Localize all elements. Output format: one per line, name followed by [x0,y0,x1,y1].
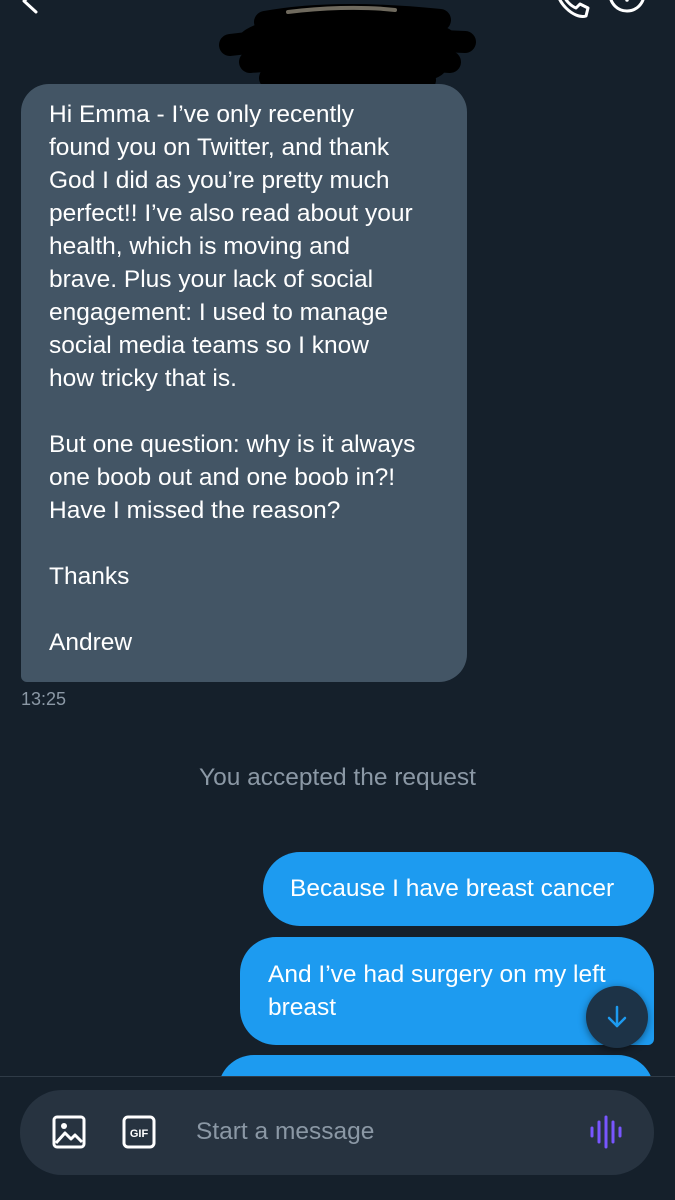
info-icon[interactable] [607,0,647,20]
scroll-to-bottom-button[interactable] [586,986,648,1048]
sent-message-text: Because I have breast cancer [290,875,615,902]
message-input[interactable] [196,1112,566,1152]
conversation-header [0,0,675,91]
message-timestamp: 13:25 [21,689,67,709]
voice-waveform-icon[interactable] [588,1114,624,1150]
sent-message-text: And I’ve had surgery on my left breast [268,961,606,1021]
image-icon[interactable] [52,1115,86,1149]
sent-message-bubble[interactable]: Because I have breast cancer [263,852,654,926]
dm-conversation-screen: Hi Emma - I’ve only recently found you o… [0,0,675,1200]
message-paragraph: Hi Emma - I’ve only recently found you o… [49,101,413,392]
redaction-scribble [219,4,476,91]
message-paragraph: Andrew [49,629,133,656]
message-paragraph: Thanks [49,563,130,590]
request-accepted-notice: You accepted the request [199,764,476,791]
gif-icon[interactable]: GIF [122,1115,156,1149]
phone-icon[interactable] [552,0,592,20]
gif-label: GIF [130,1128,149,1140]
arrow-down-icon [607,1005,627,1028]
received-message-bubble[interactable]: Hi Emma - I’ve only recently found you o… [21,84,467,682]
message-paragraph: But one question: why is it always one b… [49,431,416,524]
chevron-left-icon[interactable] [14,0,44,16]
